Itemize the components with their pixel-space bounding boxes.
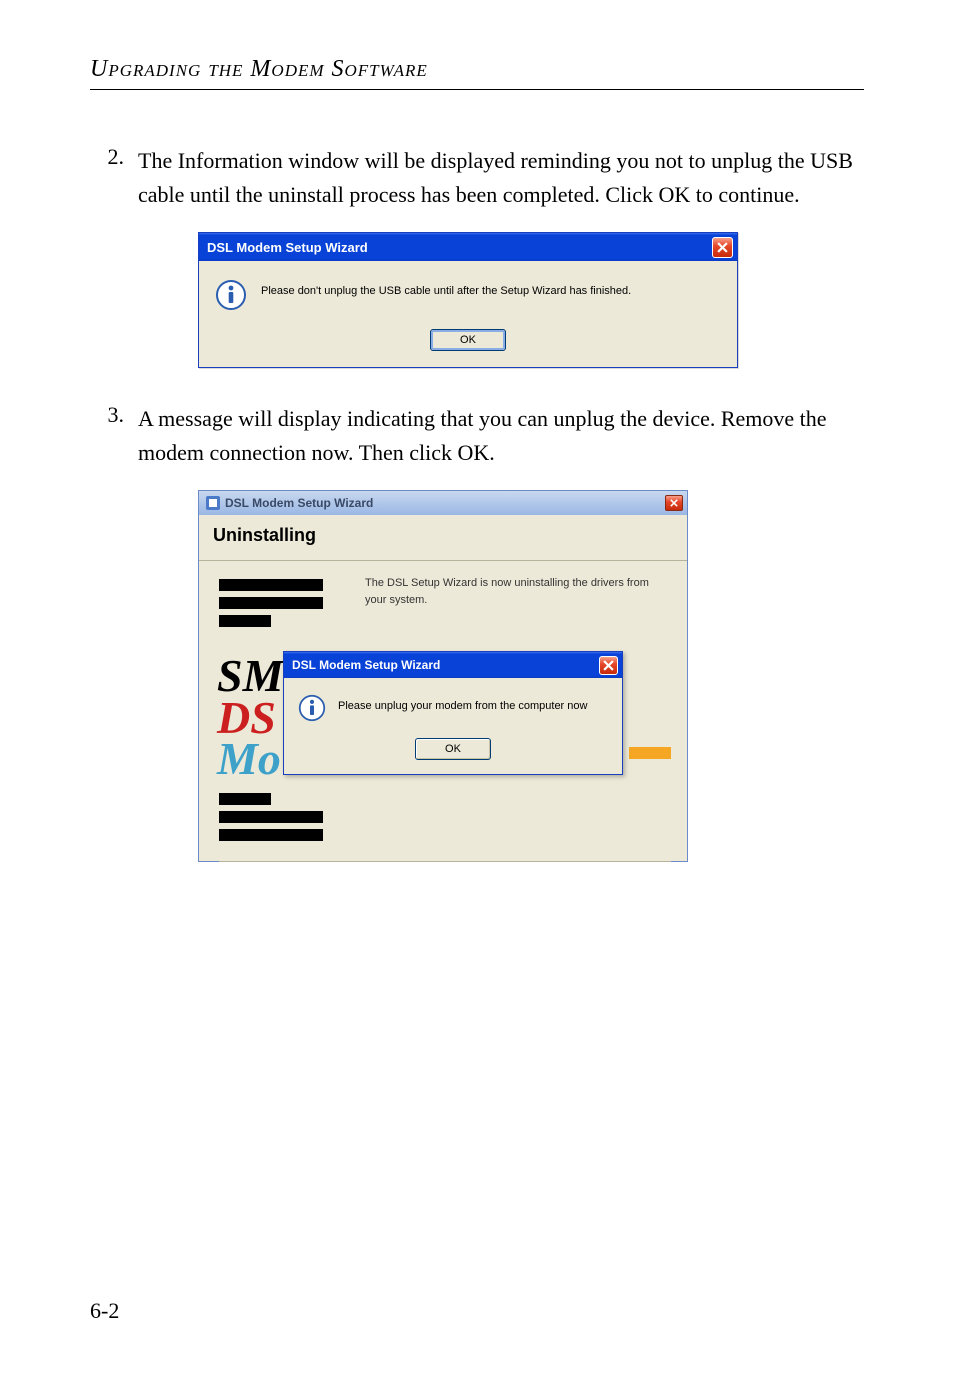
step-text: A message will display indicating that y… bbox=[138, 402, 864, 470]
uninstall-dialog: DSL Modem Setup Wizard Uninstalling bbox=[198, 490, 688, 862]
step-text: The Information window will be displayed… bbox=[138, 144, 864, 212]
unplug-dialog: DSL Modem Setup Wizard bbox=[283, 651, 623, 775]
info-icon bbox=[298, 694, 326, 722]
accent-bar bbox=[629, 747, 671, 759]
dialog2-heading: Uninstalling bbox=[213, 525, 673, 546]
progress-thumbnails-top bbox=[219, 579, 323, 633]
ok-button[interactable]: OK bbox=[430, 329, 506, 351]
close-icon[interactable] bbox=[665, 495, 683, 511]
dialog1-titlebar: DSL Modem Setup Wizard bbox=[199, 233, 737, 261]
app-icon bbox=[205, 495, 221, 511]
dialog3-title: DSL Modem Setup Wizard bbox=[292, 658, 599, 672]
dialog2-description: The DSL Setup Wizard is now uninstalling… bbox=[365, 575, 671, 608]
section-title: Upgrading the Modem Software bbox=[90, 56, 864, 83]
close-icon[interactable] bbox=[712, 237, 733, 258]
dialog3-message: Please unplug your modem from the comput… bbox=[338, 694, 587, 712]
divider bbox=[90, 89, 864, 90]
brand-graphic: SM DS Mo bbox=[217, 655, 287, 779]
close-icon[interactable] bbox=[599, 656, 618, 675]
step-number: 2. bbox=[88, 144, 124, 170]
step-number: 3. bbox=[88, 402, 124, 428]
info-dialog-1: DSL Modem Setup Wizard bbox=[198, 232, 738, 368]
ok-button[interactable]: OK bbox=[415, 738, 491, 760]
dialog1-message: Please don't unplug the USB cable until … bbox=[261, 279, 631, 297]
page-number: 6-2 bbox=[90, 1298, 119, 1324]
progress-thumbnails-bottom bbox=[219, 793, 323, 847]
info-icon bbox=[215, 279, 247, 311]
dialog2-titlebar: DSL Modem Setup Wizard bbox=[199, 491, 687, 515]
dialog1-title: DSL Modem Setup Wizard bbox=[207, 240, 712, 255]
dialog2-title: DSL Modem Setup Wizard bbox=[225, 496, 661, 510]
dialog3-titlebar: DSL Modem Setup Wizard bbox=[284, 652, 622, 678]
dialog2-divider bbox=[219, 861, 671, 862]
